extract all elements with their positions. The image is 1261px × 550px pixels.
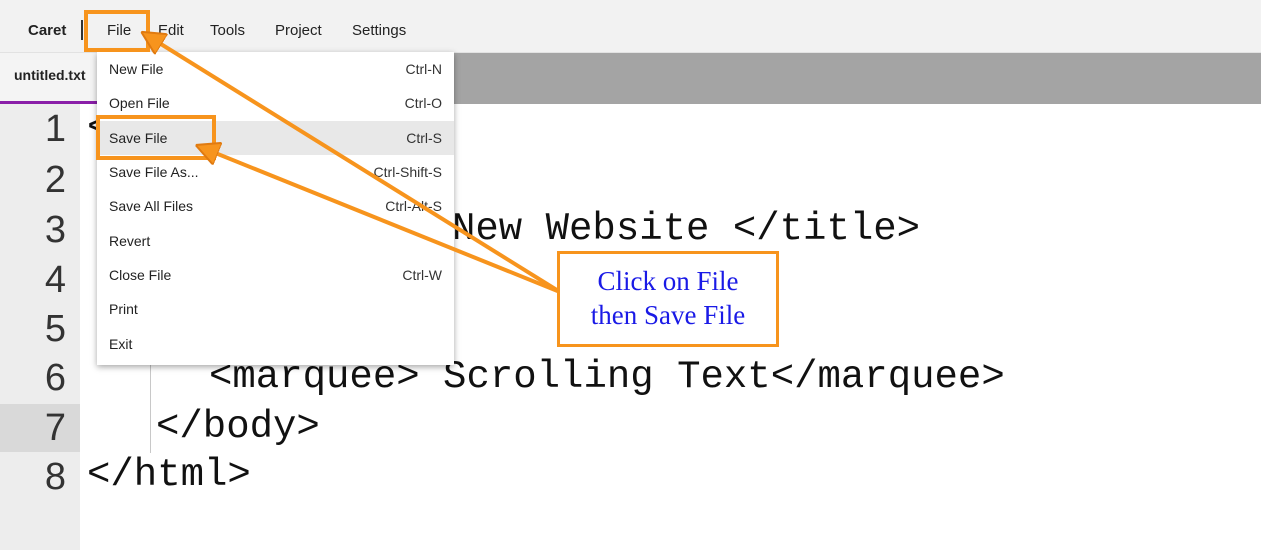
arrow-to-file-menu	[148, 36, 562, 294]
instruction-callout: Click on File then Save File	[557, 251, 779, 347]
callout-line-2: then Save File	[590, 300, 746, 330]
arrow-to-save-file	[203, 148, 561, 294]
callout-line-1: Click on File	[597, 266, 739, 296]
